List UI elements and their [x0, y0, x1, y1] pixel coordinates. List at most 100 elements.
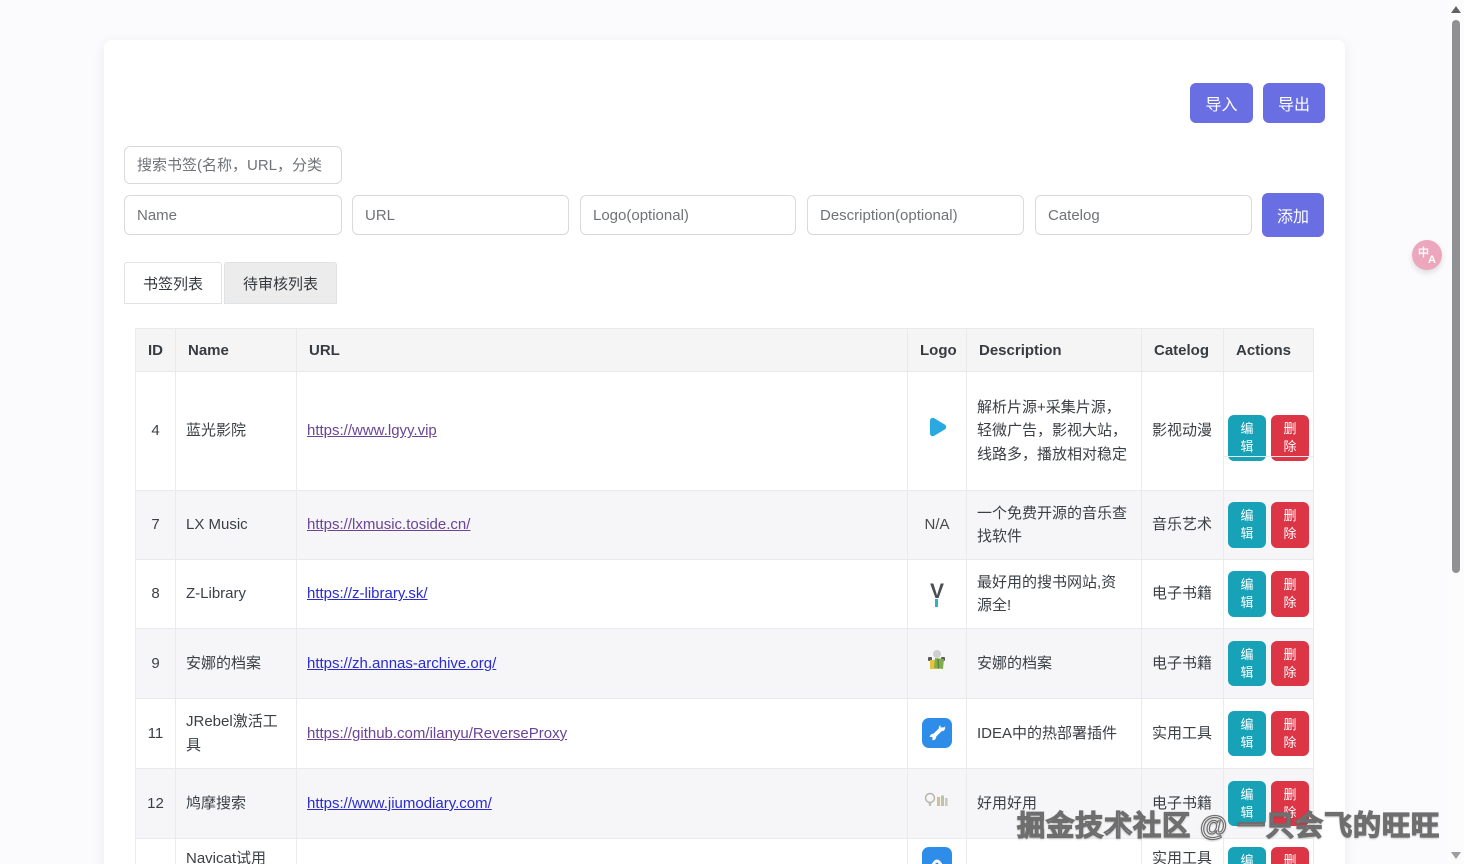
cell-url: https://github.com/ilanyu/ReverseProxy	[297, 699, 908, 769]
annas-icon	[925, 659, 949, 676]
table-row: 7LX Music https://lxmusic.toside.cn/N/A 一个…	[136, 491, 1314, 560]
cell-logo	[908, 769, 967, 839]
tab-pending-review-list[interactable]: 待审核列表	[224, 262, 337, 304]
cell-name: 鸠摩搜索	[176, 769, 297, 839]
bookmark-link[interactable]: https://www.lgyy.vip	[307, 422, 437, 439]
translate-en-glyph: A	[1428, 254, 1436, 266]
page-scrollbar[interactable]	[1448, 0, 1464, 864]
actions-divider	[1224, 456, 1313, 457]
name-field[interactable]	[124, 195, 342, 235]
cell-logo	[908, 699, 967, 769]
cell-name: JRebel激活工具	[176, 699, 297, 769]
edit-button[interactable]: 编辑	[1228, 711, 1266, 756]
cell-description: IDEA中的热部署插件	[967, 699, 1142, 769]
cell-id	[136, 839, 176, 864]
delete-button[interactable]: 删除	[1271, 847, 1309, 864]
cell-actions: 编辑删除	[1224, 629, 1314, 699]
export-button[interactable]: 导出	[1263, 83, 1325, 123]
cell-actions: 编辑删除	[1224, 372, 1314, 491]
cell-description: 最好用的搜书网站,资源全!	[967, 560, 1142, 629]
cell-name: Z-Library	[176, 560, 297, 629]
cell-id: 4	[136, 372, 176, 491]
cell-name: LX Music	[176, 491, 297, 560]
watermark-text: 掘金技术社区 @ 一只会飞的旺旺	[1017, 804, 1440, 844]
zlib-icon: V	[930, 585, 944, 602]
cell-url: https://www.lgyy.vip	[297, 372, 908, 491]
table-row: 4蓝光影院https://www.lgyy.vip解析片源+采集片源，轻微广告，…	[136, 372, 1314, 491]
col-header-catelog: Catelog	[1142, 329, 1224, 372]
delete-button[interactable]: 删除	[1271, 641, 1309, 686]
cell-description: 一个免费开源的音乐查找软件	[967, 491, 1142, 560]
jiumo-icon	[924, 796, 950, 813]
wrench-icon	[922, 729, 952, 746]
navicat-icon	[922, 858, 952, 864]
na-text: N/A	[924, 516, 949, 533]
cell-logo	[908, 629, 967, 699]
table-row: 8Z-Library https://z-library.sk/V 最好用的搜书网站…	[136, 560, 1314, 629]
cell-id: 8	[136, 560, 176, 629]
tab-bookmark-list[interactable]: 书签列表	[124, 262, 222, 304]
cell-url: https://z-library.sk/	[297, 560, 908, 629]
delete-button[interactable]: 删除	[1271, 502, 1309, 547]
cell-logo: V	[908, 560, 967, 629]
translate-fab[interactable]: 中 A	[1412, 240, 1442, 270]
cell-url	[297, 839, 908, 864]
cell-actions: 编辑删除	[1224, 560, 1314, 629]
scroll-up-arrow-icon[interactable]	[1451, 6, 1461, 13]
col-header-url: URL	[297, 329, 908, 372]
cell-url: https://lxmusic.toside.cn/	[297, 491, 908, 560]
table-header-row: IDNameURLLogoDescriptionCatelogActions	[136, 329, 1314, 372]
cell-actions: 编辑删除	[1224, 699, 1314, 769]
import-button[interactable]: 导入	[1190, 83, 1253, 123]
cell-name: 蓝光影院	[176, 372, 297, 491]
cell-logo	[908, 839, 967, 864]
cell-id: 9	[136, 629, 176, 699]
col-header-name: Name	[176, 329, 297, 372]
delete-button[interactable]: 删除	[1271, 711, 1309, 756]
bookmark-link[interactable]: https://www.jiumodiary.com/	[307, 795, 492, 812]
bookmark-link[interactable]: https://zh.annas-archive.org/	[307, 655, 496, 672]
table-row: 9安娜的档案https://zh.annas-archive.org/安娜的档案…	[136, 629, 1314, 699]
table-body: 4蓝光影院https://www.lgyy.vip解析片源+采集片源，轻微广告，…	[136, 372, 1314, 864]
cell-catelog: 电子书籍	[1142, 629, 1224, 699]
col-header-logo: Logo	[908, 329, 967, 372]
delete-button[interactable]: 删除	[1271, 415, 1309, 460]
cell-catelog: 实用工具	[1142, 699, 1224, 769]
tab-bar: 书签列表 待审核列表	[124, 262, 337, 304]
cell-logo: N/A	[908, 491, 967, 560]
edit-button[interactable]: 编辑	[1228, 641, 1266, 686]
cell-description: 安娜的档案	[967, 629, 1142, 699]
col-header-id: ID	[136, 329, 176, 372]
logo-field[interactable]	[580, 195, 796, 235]
delete-button[interactable]: 删除	[1271, 571, 1309, 616]
bookmark-table-wrap: IDNameURLLogoDescriptionCatelogActions 4…	[135, 328, 1313, 864]
bookmark-link[interactable]: https://z-library.sk/	[307, 585, 428, 602]
cell-id: 11	[136, 699, 176, 769]
scrollbar-thumb[interactable]	[1452, 20, 1460, 573]
scroll-down-arrow-icon[interactable]	[1451, 852, 1461, 859]
url-field[interactable]	[352, 195, 569, 235]
cell-url: https://www.jiumodiary.com/	[297, 769, 908, 839]
edit-button[interactable]: 编辑	[1228, 847, 1266, 864]
edit-button[interactable]: 编辑	[1228, 502, 1266, 547]
cell-id: 7	[136, 491, 176, 560]
table-row: 11JRebel激活工具 https://github.com/ilanyu/Re…	[136, 699, 1314, 769]
add-button[interactable]: 添加	[1262, 193, 1324, 237]
col-header-actions: Actions	[1224, 329, 1314, 372]
cell-id: 12	[136, 769, 176, 839]
description-field[interactable]	[807, 195, 1024, 235]
cell-logo	[908, 372, 967, 491]
edit-button[interactable]: 编辑	[1228, 571, 1266, 616]
cell-catelog: 音乐艺术	[1142, 491, 1224, 560]
cell-catelog: 影视动漫	[1142, 372, 1224, 491]
cell-name: 安娜的档案	[176, 629, 297, 699]
play-icon	[924, 427, 950, 444]
cell-url: https://zh.annas-archive.org/	[297, 629, 908, 699]
search-input[interactable]	[124, 146, 342, 184]
cell-actions: 编辑删除	[1224, 491, 1314, 560]
col-header-description: Description	[967, 329, 1142, 372]
bookmark-link[interactable]: https://lxmusic.toside.cn/	[307, 516, 470, 533]
bookmark-link[interactable]: https://github.com/ilanyu/ReverseProxy	[307, 725, 567, 742]
edit-button[interactable]: 编辑	[1228, 415, 1266, 460]
catelog-field[interactable]	[1035, 195, 1252, 235]
